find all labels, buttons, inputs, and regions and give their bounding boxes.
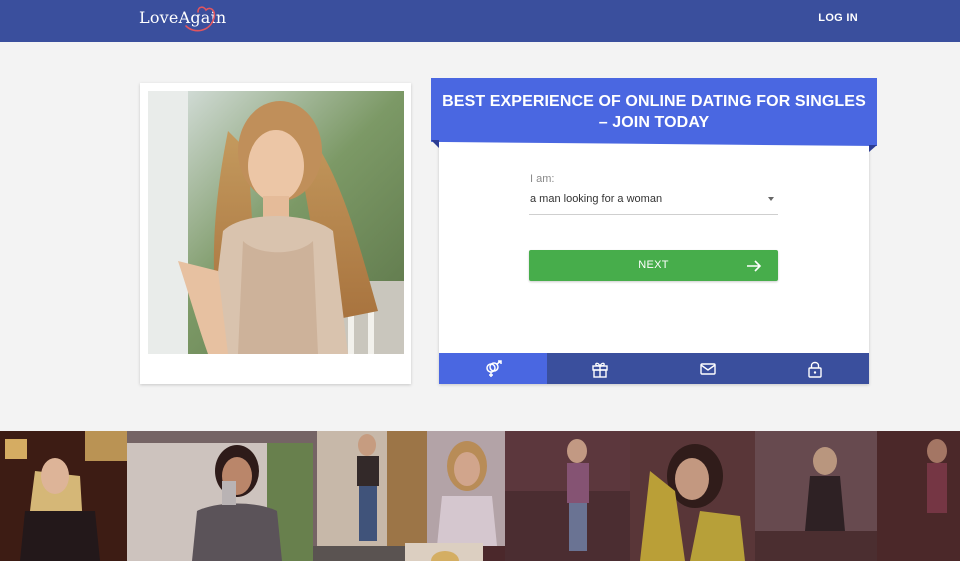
member-photo[interactable] [630, 431, 755, 561]
member-photo[interactable] [427, 431, 505, 546]
member-photo[interactable] [755, 431, 877, 561]
next-button[interactable]: NEXT [529, 250, 778, 281]
top-navigation-bar: LoveAgain LOG IN [0, 0, 960, 42]
member-photo[interactable] [0, 431, 127, 561]
signup-tab-bar [439, 353, 869, 384]
heart-logo-icon [185, 6, 216, 32]
caret-down-icon [768, 197, 774, 201]
member-photo-collage [0, 431, 960, 561]
member-photo[interactable] [405, 543, 483, 561]
featured-photo-card [140, 83, 411, 384]
member-photo[interactable] [877, 431, 960, 561]
gift-icon [592, 362, 608, 378]
tab-gift[interactable] [547, 353, 655, 384]
arrow-right-icon [747, 260, 762, 272]
mail-icon [700, 362, 716, 375]
member-photo[interactable] [505, 431, 630, 561]
next-button-label: NEXT [638, 259, 669, 271]
tab-privacy[interactable] [762, 353, 870, 384]
signup-title: BEST EXPERIENCE OF ONLINE DATING FOR SIN… [442, 93, 866, 131]
member-photo[interactable] [317, 431, 427, 546]
banner-fold-left [431, 140, 439, 148]
tab-gender[interactable] [439, 353, 547, 384]
lock-icon [808, 361, 822, 378]
login-link[interactable]: LOG IN [818, 12, 858, 24]
banner-fold-right [869, 145, 877, 152]
seeking-select[interactable]: a man looking for a woman [529, 189, 778, 215]
featured-profile-photo [148, 91, 404, 354]
gender-icon [486, 359, 502, 377]
seeking-select-value: a man looking for a woman [530, 193, 663, 205]
iam-label: I am: [530, 173, 555, 185]
tab-messages[interactable] [654, 353, 762, 384]
member-photo[interactable] [127, 431, 317, 561]
